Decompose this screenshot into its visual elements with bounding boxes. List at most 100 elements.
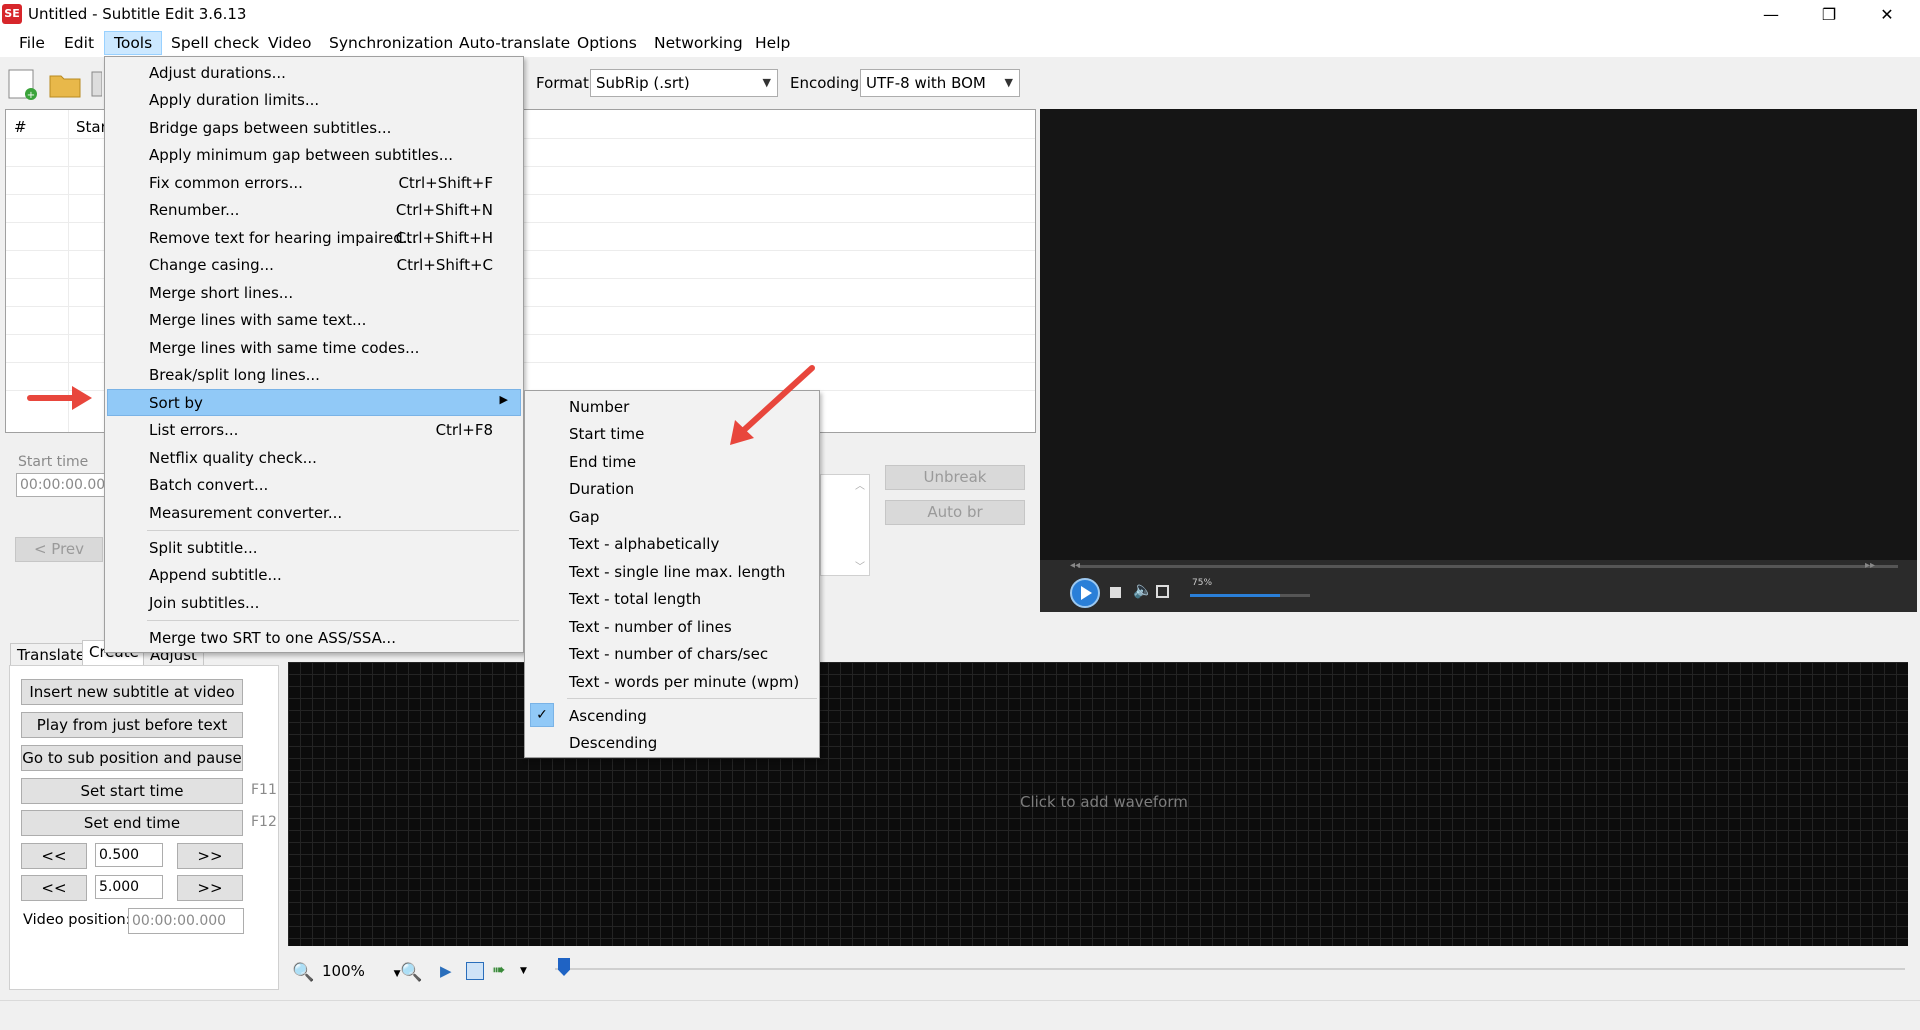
restore-icon[interactable]: ❐	[1800, 0, 1858, 29]
menu-item-split-subtitle[interactable]: Split subtitle...	[107, 534, 521, 561]
format-label: Format	[536, 74, 589, 92]
rewind-icon[interactable]: ◂◂	[1070, 560, 1080, 571]
open-folder-icon[interactable]	[48, 67, 82, 101]
menu-item-measurement-converter[interactable]: Measurement converter...	[107, 499, 521, 526]
minimize-icon[interactable]: —	[1742, 0, 1800, 29]
format-select[interactable]: SubRip (.srt) ▼	[590, 69, 778, 97]
column-header-start[interactable]: Star	[76, 118, 107, 136]
waveform-grid-icon[interactable]	[466, 962, 484, 980]
menu-file[interactable]: File	[10, 31, 54, 55]
close-icon[interactable]: ✕	[1858, 0, 1916, 29]
menu-auto-translate[interactable]: Auto-translate	[450, 31, 579, 55]
sort-by-number-of-lines[interactable]: Text - number of lines	[527, 613, 817, 640]
start-time-input[interactable]: 00:00:00.000	[16, 473, 114, 497]
zoom-out-icon[interactable]: 🔍	[292, 962, 314, 983]
menu-separator	[567, 698, 817, 699]
sort-by-total-length[interactable]: Text - total length	[527, 585, 817, 612]
menu-item-merge-same-text[interactable]: Merge lines with same text...	[107, 306, 521, 333]
play-icon[interactable]	[1070, 578, 1100, 608]
menu-item-bridge-gaps[interactable]: Bridge gaps between subtitles...	[107, 114, 521, 141]
step-forward-button[interactable]: >>	[177, 843, 243, 869]
menu-item-break-split-lines[interactable]: Break/split long lines...	[107, 361, 521, 388]
fast-forward-icon[interactable]: ▸▸	[1865, 560, 1875, 571]
chevron-down-icon[interactable]: ▼	[520, 966, 527, 976]
tab-translate[interactable]: Translate	[10, 643, 93, 667]
column-divider	[68, 110, 69, 432]
set-start-time-button[interactable]: Set start time	[21, 778, 243, 804]
menu-item-renumber[interactable]: Renumber... Ctrl+Shift+N	[107, 196, 521, 223]
menu-item-join-subtitles[interactable]: Join subtitles...	[107, 589, 521, 616]
menu-help[interactable]: Help	[746, 31, 799, 55]
step-back-large-button[interactable]: <<	[21, 875, 87, 901]
menu-item-sort-by[interactable]: Sort by ▶	[107, 389, 521, 416]
encoding-value: UTF-8 with BOM	[866, 74, 986, 92]
sort-by-end-time[interactable]: End time	[527, 448, 817, 475]
text-box-scroll[interactable]: ︿ ﹀	[820, 474, 870, 576]
menu-item-fix-common-errors[interactable]: Fix common errors... Ctrl+Shift+F	[107, 169, 521, 196]
sort-by-text-alphabetically[interactable]: Text - alphabetically	[527, 530, 817, 557]
sort-by-start-time[interactable]: Start time	[527, 420, 817, 447]
sort-by-single-line-length[interactable]: Text - single line max. length	[527, 558, 817, 585]
unbreak-button[interactable]: Unbreak	[885, 465, 1025, 490]
video-player[interactable]	[1040, 109, 1917, 611]
menu-item-merge-two-srt[interactable]: Merge two SRT to one ASS/SSA...	[107, 624, 521, 651]
sort-descending[interactable]: Descending	[527, 729, 817, 756]
sort-ascending[interactable]: ✓ Ascending	[527, 702, 817, 729]
menu-item-apply-minimum-gap[interactable]: Apply minimum gap between subtitles...	[107, 141, 521, 168]
step-forward-large-button[interactable]: >>	[177, 875, 243, 901]
waveform-position-thumb[interactable]	[558, 958, 570, 976]
video-seek-bar[interactable]	[1078, 565, 1898, 568]
title-bar: SE Untitled - Subtitle Edit 3.6.13 — ❐ ✕	[0, 0, 1920, 29]
sort-by-chars-per-sec[interactable]: Text - number of chars/sec	[527, 640, 817, 667]
sort-by-submenu: Number Start time End time Duration Gap …	[524, 390, 820, 758]
column-header-number[interactable]: #	[14, 118, 27, 136]
waveform-play-icon[interactable]: ▶	[440, 962, 452, 980]
menu-item-remove-hearing-impaired[interactable]: Remove text for hearing impaired... Ctrl+…	[107, 224, 521, 251]
set-end-time-button[interactable]: Set end time	[21, 810, 243, 836]
step-back-button[interactable]: <<	[21, 843, 87, 869]
zoom-in-icon[interactable]: 🔍	[400, 962, 422, 983]
menu-spell-check[interactable]: Spell check	[162, 31, 268, 55]
encoding-select[interactable]: UTF-8 with BOM ▼	[860, 69, 1020, 97]
sort-by-duration[interactable]: Duration	[527, 475, 817, 502]
step2-input[interactable]: 5.000	[95, 875, 163, 899]
save-icon[interactable]	[90, 67, 103, 101]
go-to-sub-pause-button[interactable]: Go to sub position and pause	[21, 745, 243, 771]
scroll-up-icon[interactable]: ︿	[855, 477, 865, 492]
waveform-position-track[interactable]	[555, 968, 1905, 970]
sort-by-gap[interactable]: Gap	[527, 503, 817, 530]
prev-button[interactable]: < Prev	[15, 537, 103, 562]
menu-networking[interactable]: Networking	[645, 31, 752, 55]
insert-subtitle-button[interactable]: Insert new subtitle at video pos	[21, 679, 243, 725]
menu-item-change-casing[interactable]: Change casing... Ctrl+Shift+C	[107, 251, 521, 278]
menu-item-merge-same-time-codes[interactable]: Merge lines with same time codes...	[107, 334, 521, 361]
volume-slider[interactable]	[1190, 594, 1310, 597]
menu-tools[interactable]: Tools	[104, 31, 163, 55]
menu-item-append-subtitle[interactable]: Append subtitle...	[107, 561, 521, 588]
sort-by-words-per-minute[interactable]: Text - words per minute (wpm)	[527, 668, 817, 695]
menu-options[interactable]: Options	[568, 31, 646, 55]
menu-item-apply-duration-limits[interactable]: Apply duration limits...	[107, 86, 521, 113]
menu-item-adjust-durations[interactable]: Adjust durations...	[107, 59, 521, 86]
menu-synchronization[interactable]: Synchronization	[320, 31, 462, 55]
menu-edit[interactable]: Edit	[55, 31, 103, 55]
menu-item-list-errors[interactable]: List errors... Ctrl+F8	[107, 416, 521, 443]
menu-item-batch-convert[interactable]: Batch convert...	[107, 471, 521, 498]
new-file-icon[interactable]: +	[6, 67, 40, 101]
volume-icon[interactable]: 🔈	[1133, 580, 1153, 599]
menu-item-netflix-check[interactable]: Netflix quality check...	[107, 444, 521, 471]
zoom-level-select[interactable]: 100% ▼	[322, 962, 401, 980]
sort-by-number[interactable]: Number	[527, 393, 817, 420]
play-before-text-button[interactable]: Play from just before text	[21, 712, 243, 738]
create-panel: Insert new subtitle at video pos Play fr…	[9, 665, 279, 990]
waveform-next-icon[interactable]: ➠	[492, 960, 505, 979]
step1-input[interactable]: 0.500	[95, 843, 163, 867]
chevron-down-icon: ▼	[762, 76, 771, 89]
fullscreen-icon[interactable]	[1156, 585, 1169, 598]
menu-video[interactable]: Video	[259, 31, 320, 55]
auto-br-button[interactable]: Auto br	[885, 500, 1025, 525]
scroll-down-icon[interactable]: ﹀	[855, 558, 865, 573]
video-position-input[interactable]: 00:00:00.000	[128, 908, 244, 934]
menu-item-merge-short-lines[interactable]: Merge short lines...	[107, 279, 521, 306]
stop-icon[interactable]	[1110, 587, 1121, 598]
